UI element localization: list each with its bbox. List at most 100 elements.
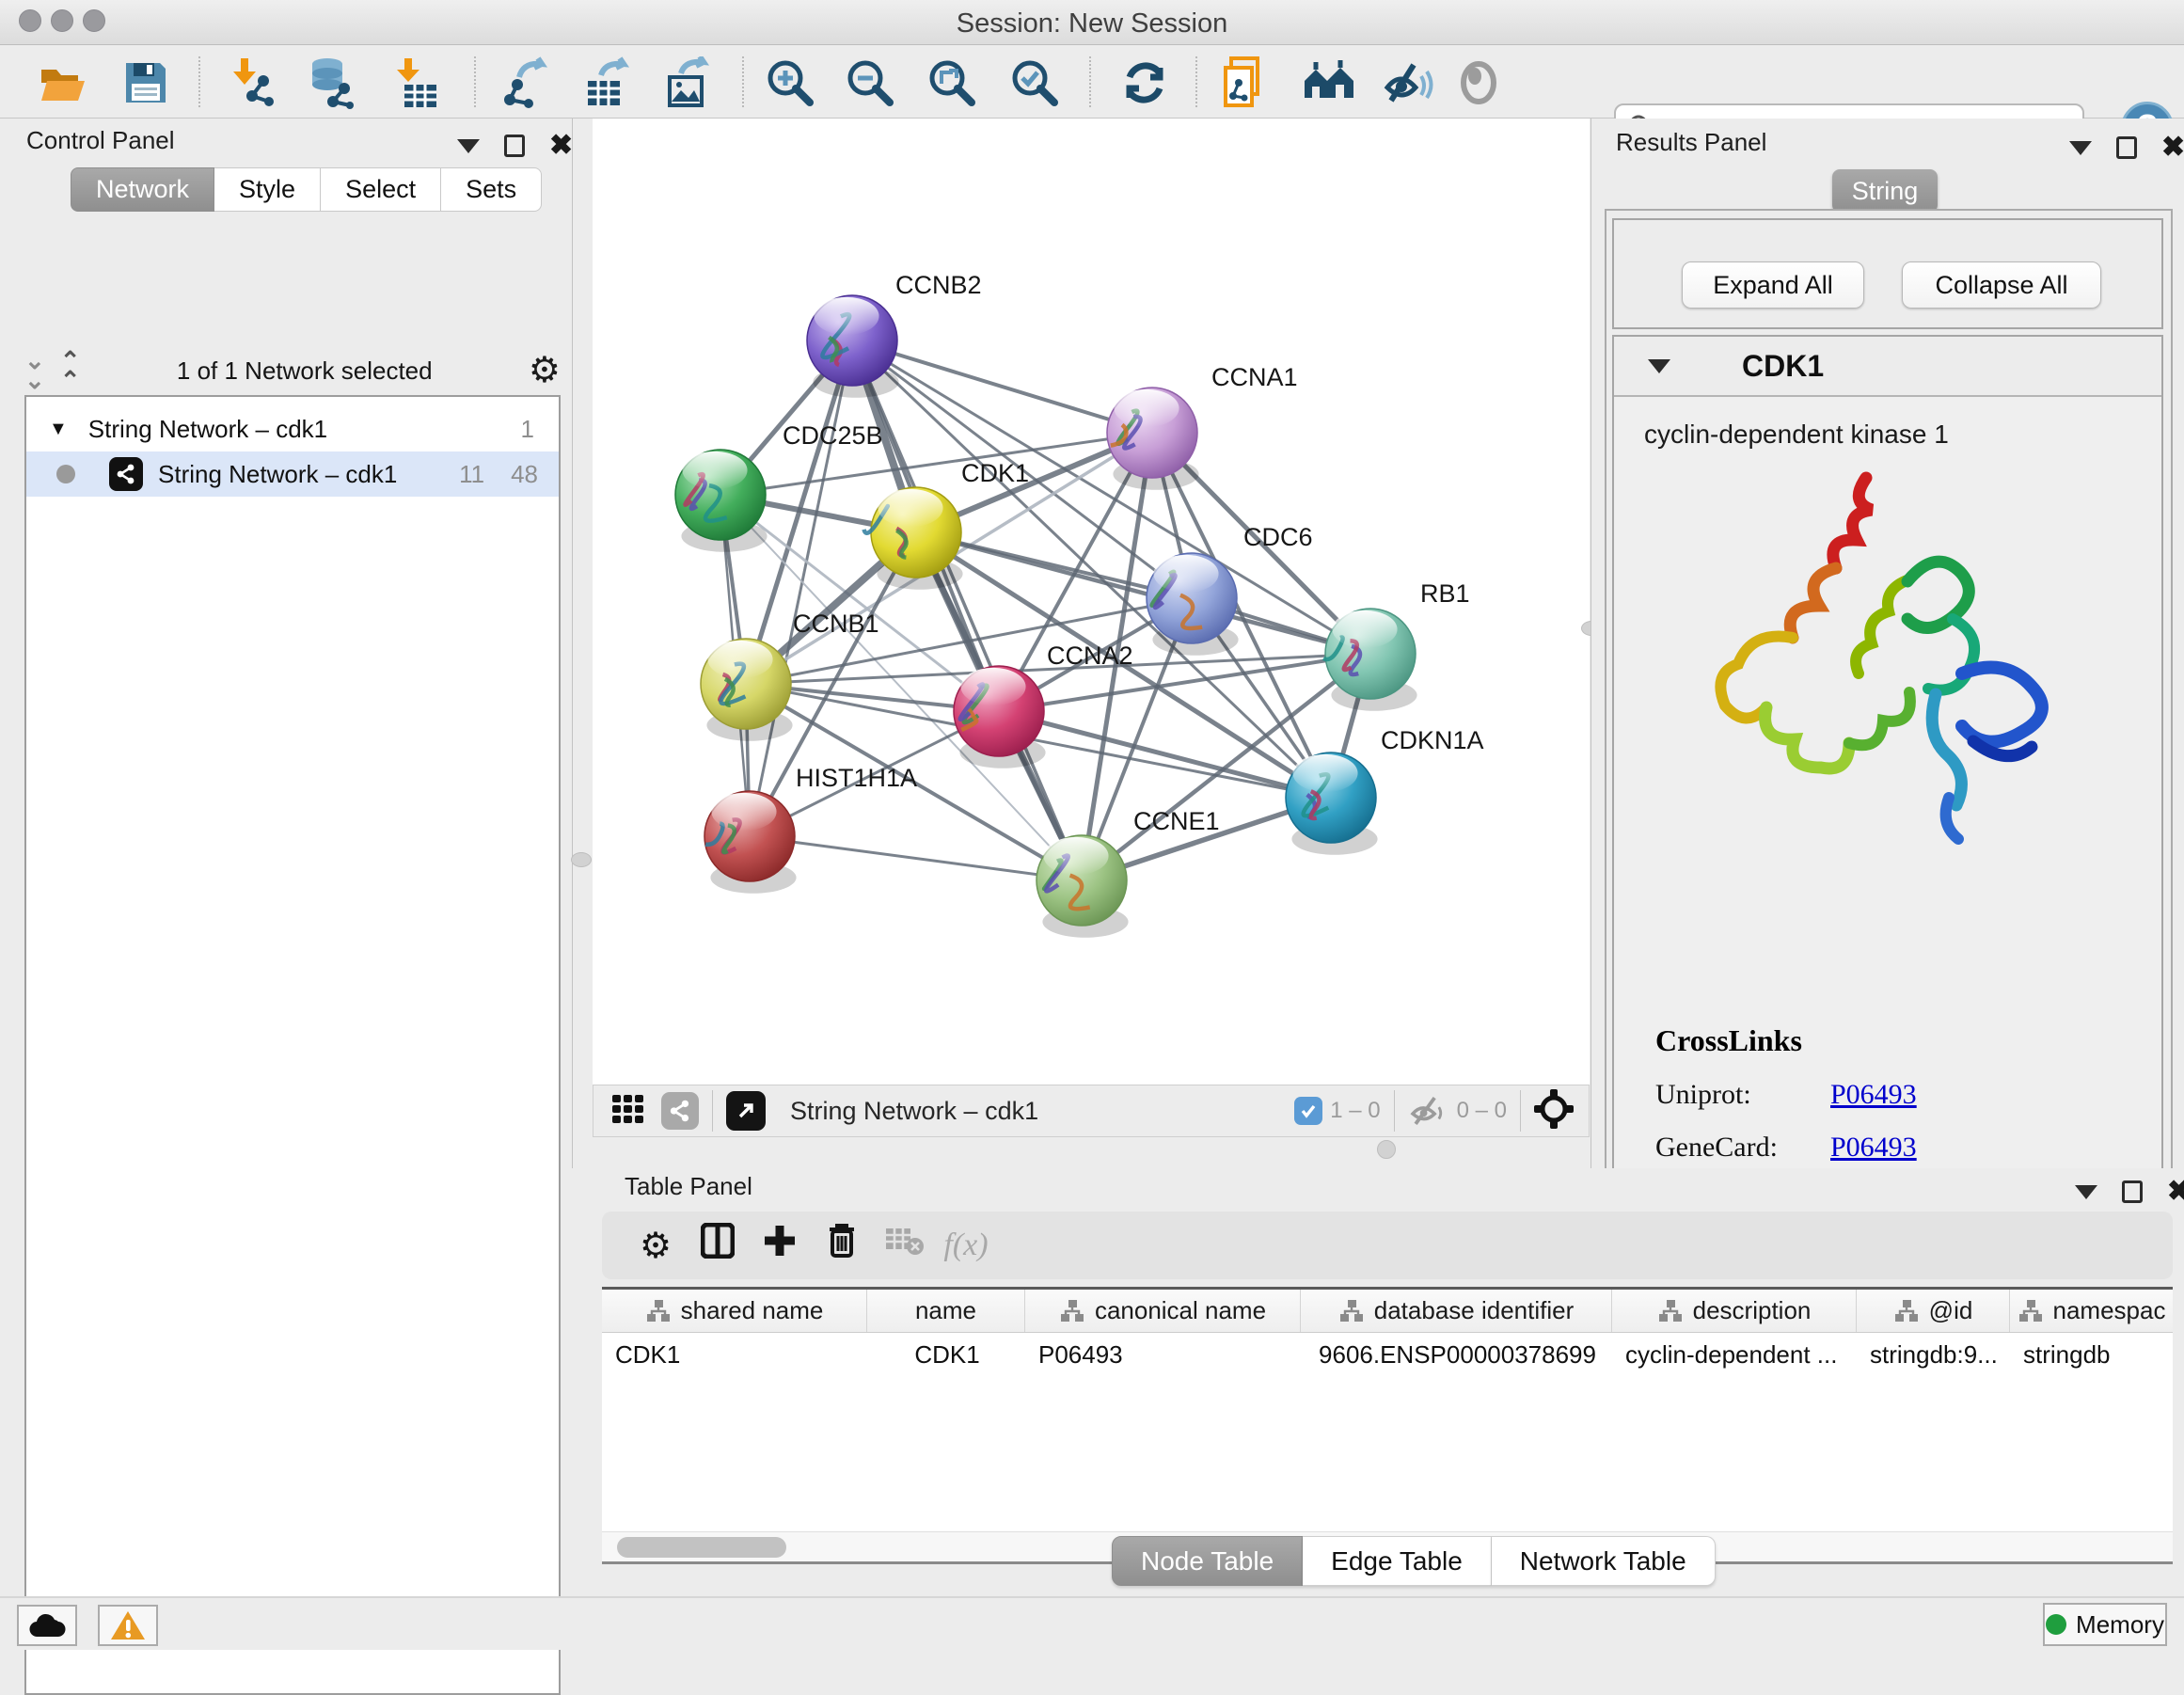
zoom-fit-button[interactable]	[925, 55, 979, 110]
export-table-button[interactable]	[579, 55, 634, 110]
network-type-icon	[109, 457, 143, 491]
open-session-button[interactable]	[35, 55, 89, 110]
import-table-button[interactable]	[388, 55, 443, 110]
table-row[interactable]: CDK1 CDK1 P06493 9606.ENSP00000378699 cy…	[602, 1333, 2173, 1378]
tab-network-table[interactable]: Network Table	[1492, 1536, 1716, 1586]
main-toolbar: ?	[0, 45, 2184, 119]
panel-menu-caret-icon[interactable]	[457, 139, 480, 153]
show-columns-icon[interactable]	[687, 1223, 749, 1268]
expand-all-button[interactable]: Expand All	[1682, 261, 1864, 309]
close-panel-icon[interactable]: ✖	[549, 132, 573, 160]
import-network-button[interactable]	[225, 55, 279, 110]
network-row[interactable]: String Network – cdk1 11 48	[26, 451, 559, 497]
add-column-icon[interactable]	[749, 1224, 811, 1267]
duplicate-network-button[interactable]	[1219, 55, 1274, 110]
splitter-handle[interactable]	[571, 852, 592, 867]
panel-menu-caret-icon[interactable]	[2069, 141, 2092, 155]
expand-all-chevron-icon[interactable]: ⌃⌃	[60, 351, 81, 390]
node-label-CDC25B: CDC25B	[783, 421, 883, 450]
results-panel-title: Results Panel	[1616, 128, 1766, 157]
export-network-icon	[502, 56, 551, 109]
zoom-out-button[interactable]	[843, 55, 897, 110]
tab-network[interactable]: Network	[71, 167, 214, 212]
node-label-HIST1H1A: HIST1H1A	[796, 764, 917, 792]
genecard-link[interactable]: P06493	[1830, 1132, 1917, 1164]
delete-column-icon[interactable]	[811, 1222, 873, 1269]
control-panel-tabs: Network Style Select Sets	[71, 167, 542, 212]
toolbar-separator	[1195, 56, 1197, 107]
grid-view-button[interactable]	[610, 1091, 646, 1132]
selected-node-edge-counts: 1 – 0	[1330, 1098, 1380, 1124]
collapse-all-chevron-icon[interactable]: ⌄⌄	[24, 351, 45, 390]
column-header-database-identifier[interactable]: database identifier	[1301, 1290, 1612, 1332]
network-view-toolbar: String Network – cdk1 1 – 0 0 – 0	[593, 1085, 1590, 1137]
export-network-button[interactable]	[499, 55, 554, 110]
apply-layout-button[interactable]	[1117, 55, 1172, 110]
uniprot-link[interactable]: P06493	[1830, 1079, 1917, 1111]
float-panel-icon[interactable]	[504, 135, 525, 157]
vertical-splitter[interactable]	[572, 119, 593, 1168]
export-image-icon	[662, 56, 711, 109]
column-header-description[interactable]: description	[1612, 1290, 1857, 1332]
selected-checkbox-icon[interactable]	[1294, 1097, 1322, 1125]
splitter-handle[interactable]	[1377, 1140, 1396, 1159]
zoom-selected-button[interactable]	[1007, 55, 1062, 110]
string-network-graph[interactable]: CCNB2CCNA1CDC25BCDK1CDC6RB1CCNB1CCNA2CDK…	[593, 119, 1590, 1085]
tab-sets[interactable]: Sets	[441, 167, 542, 212]
save-session-button[interactable]	[119, 55, 173, 110]
tab-style[interactable]: Style	[214, 167, 321, 212]
node-count: 11	[459, 460, 484, 489]
column-header-name[interactable]: name	[867, 1290, 1025, 1332]
zoom-in-button[interactable]	[763, 55, 817, 110]
first-neighbors-button[interactable]	[1302, 55, 1356, 110]
tab-node-table[interactable]: Node Table	[1112, 1536, 1303, 1586]
column-type-icon	[645, 1299, 672, 1323]
birds-eye-view-button[interactable]	[726, 1091, 766, 1131]
network-options-gear-icon[interactable]: ⚙	[529, 353, 561, 388]
table-options-gear-icon[interactable]: ⚙	[625, 1225, 687, 1267]
tab-edge-table[interactable]: Edge Table	[1303, 1536, 1492, 1586]
collapse-section-caret-icon[interactable]	[1648, 359, 1670, 373]
memory-button[interactable]: Memory	[2043, 1603, 2167, 1646]
toolbar-separator	[198, 56, 200, 107]
column-header-namespace[interactable]: namespac	[2010, 1290, 2173, 1332]
network-name: String Network – cdk1	[158, 460, 397, 489]
zoom-out-icon	[845, 57, 895, 108]
export-image-button[interactable]	[659, 55, 714, 110]
network-collection-row[interactable]: ▼ String Network – cdk1 1	[26, 406, 559, 451]
protein-name: CDK1	[1742, 349, 1824, 384]
share-icon	[668, 1099, 692, 1123]
show-all-button[interactable]	[1451, 55, 1506, 110]
scrollbar-thumb[interactable]	[617, 1537, 786, 1558]
close-panel-icon[interactable]: ✖	[2167, 1178, 2184, 1206]
cell-description: cyclin-dependent ...	[1612, 1333, 1857, 1378]
collapse-all-button[interactable]: Collapse All	[1902, 261, 2101, 309]
table-header-row: shared name name canonical name database…	[602, 1290, 2173, 1333]
houses-icon	[1303, 60, 1355, 105]
close-panel-icon[interactable]: ✖	[2161, 134, 2184, 162]
protein-header[interactable]: CDK1	[1614, 337, 2161, 397]
column-type-icon	[2018, 1299, 2044, 1323]
float-panel-icon[interactable]	[2122, 1180, 2143, 1203]
tab-select[interactable]: Select	[321, 167, 441, 212]
float-panel-icon[interactable]	[2116, 136, 2137, 159]
column-header-canonical-name[interactable]: canonical name	[1025, 1290, 1301, 1332]
collection-expander-icon[interactable]: ▼	[49, 419, 68, 440]
node-label-CDK1: CDK1	[961, 459, 1029, 487]
warnings-button[interactable]	[98, 1605, 158, 1646]
hide-selected-button[interactable]	[1381, 55, 1435, 110]
cytoscape-window: Session: New Session	[0, 0, 2184, 1650]
column-header-id[interactable]: @id	[1857, 1290, 2010, 1332]
cloud-status-button[interactable]	[17, 1605, 77, 1646]
protein-structure-image	[1670, 459, 2084, 854]
import-database-button[interactable]	[304, 55, 358, 110]
network-canvas[interactable]: CCNB2CCNA1CDC25BCDK1CDC6RB1CCNB1CCNA2CDK…	[593, 119, 1590, 1085]
panel-menu-caret-icon[interactable]	[2075, 1185, 2097, 1199]
table-toolbar: ⚙ f(x)	[602, 1212, 2173, 1279]
fit-content-button[interactable]	[1534, 1089, 1574, 1133]
network-view-button[interactable]	[661, 1092, 699, 1130]
tab-string[interactable]: String	[1832, 169, 1938, 213]
column-header-shared-name[interactable]: shared name	[602, 1290, 867, 1332]
import-table-icon	[391, 56, 440, 109]
edge-CCNB2-HIST1H1A	[750, 341, 852, 836]
